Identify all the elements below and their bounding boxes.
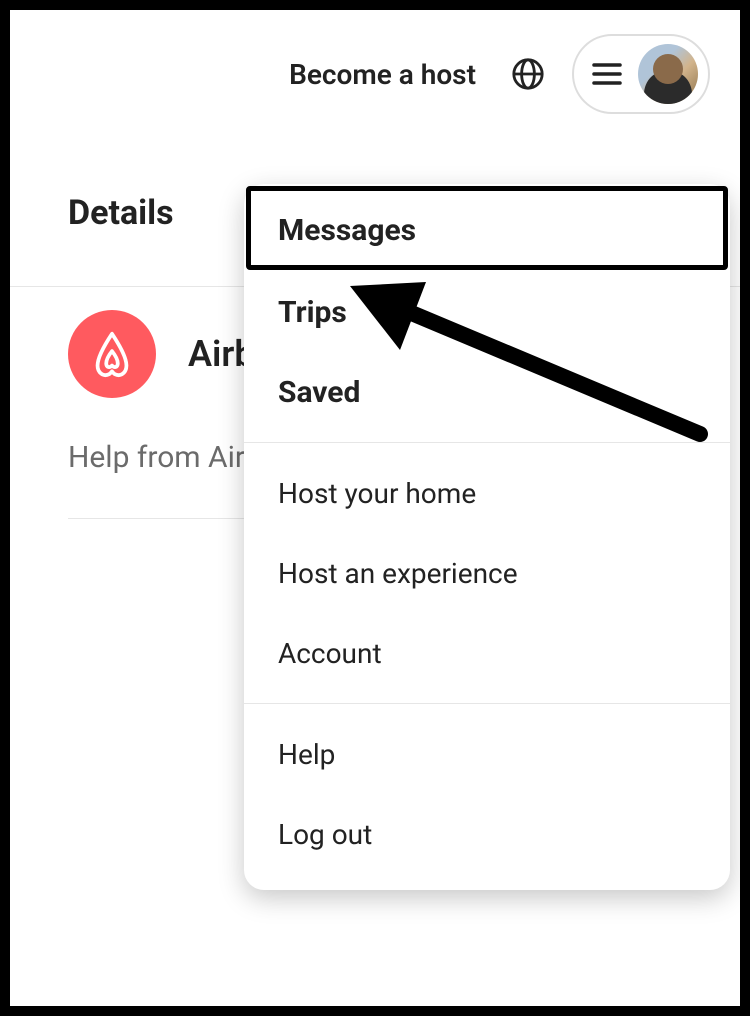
details-label: Details bbox=[68, 193, 174, 233]
menu-item-logout[interactable]: Log out bbox=[244, 794, 730, 874]
become-host-link[interactable]: Become a host bbox=[289, 58, 476, 91]
support-row: Airb bbox=[68, 310, 255, 398]
menu-item-trips[interactable]: Trips bbox=[244, 272, 730, 352]
screenshot-frame: Become a host Details bbox=[0, 0, 750, 1016]
divider bbox=[244, 442, 730, 443]
top-bar: Become a host bbox=[10, 10, 740, 138]
menu-item-saved[interactable]: Saved bbox=[244, 352, 730, 432]
menu-item-messages[interactable]: Messages bbox=[244, 188, 730, 272]
profile-dropdown: Messages Trips Saved Host your home Host… bbox=[244, 184, 730, 890]
menu-item-help[interactable]: Help bbox=[244, 714, 730, 794]
screenshot-inner: Become a host Details bbox=[10, 10, 740, 1006]
hamburger-icon bbox=[592, 62, 622, 86]
support-help-text: Help from Air bbox=[68, 440, 245, 475]
profile-menu-button[interactable] bbox=[572, 34, 710, 114]
globe-icon bbox=[511, 57, 545, 91]
airbnb-logo-icon bbox=[68, 310, 156, 398]
menu-item-account[interactable]: Account bbox=[244, 613, 730, 693]
avatar bbox=[638, 44, 698, 104]
menu-item-host-experience[interactable]: Host an experience bbox=[244, 533, 730, 613]
divider bbox=[244, 703, 730, 704]
language-button[interactable] bbox=[506, 52, 550, 96]
menu-item-host-home[interactable]: Host your home bbox=[244, 453, 730, 533]
